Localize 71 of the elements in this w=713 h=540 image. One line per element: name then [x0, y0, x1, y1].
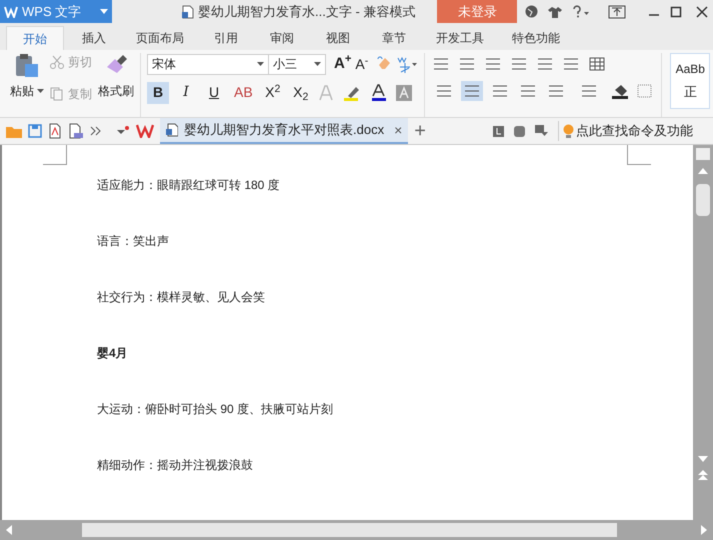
font-name-field[interactable]: 宋体 — [147, 54, 269, 75]
lightbulb-icon[interactable] — [563, 124, 574, 138]
align-icon[interactable] — [461, 81, 484, 101]
paragraph: 精细动作：摇动并注视拨浪鼓 — [97, 457, 254, 474]
command-search-link[interactable]: 点此查找命令及功能 — [576, 121, 693, 141]
paragraph: 适应能力：眼睛跟红球可转 180 度 — [97, 177, 281, 194]
collapse-icon[interactable] — [535, 125, 548, 137]
format-button[interactable]: B — [147, 82, 169, 104]
format-button[interactable]: X$_{2}$ — [290, 82, 312, 104]
dropdown-caret-icon[interactable] — [37, 89, 44, 93]
format-button[interactable]: X$^{2}$ — [262, 82, 284, 104]
format-button[interactable]: I — [175, 82, 197, 104]
word-document-icon[interactable] — [166, 123, 178, 137]
font-name-value: 宋体 — [152, 56, 176, 74]
clipboard-icon[interactable] — [14, 53, 40, 79]
font-size-value: 小三 — [273, 56, 297, 74]
dropdown-caret-icon[interactable] — [314, 62, 321, 66]
customize-icon[interactable] — [116, 126, 130, 136]
font-size-field[interactable]: 小三 — [268, 54, 326, 75]
table-icon[interactable] — [589, 57, 606, 71]
close-icon[interactable] — [696, 6, 708, 18]
style-sample: AaBb — [676, 61, 705, 78]
crop-mark — [43, 145, 67, 165]
wps-logo-icon — [4, 6, 18, 18]
shrink-font-button[interactable]: A$^{-}$ — [355, 54, 368, 75]
ribbon-tab[interactable]: 审阅 — [256, 26, 308, 50]
print-preview-icon[interactable] — [68, 123, 84, 139]
format-button[interactable]: AB — [231, 82, 256, 104]
ribbon-tab[interactable]: 开始 — [6, 26, 64, 50]
vertical-scrollbar[interactable] — [693, 145, 713, 520]
style-name: 正 — [684, 83, 697, 102]
scroll-thumb[interactable] — [82, 523, 617, 537]
style-gallery-item[interactable]: AaBb 正 — [670, 53, 710, 109]
maximize-icon[interactable] — [670, 6, 682, 18]
ribbon-tab[interactable]: 开发工具 — [424, 26, 496, 50]
paragraph: 大运动：俯卧时可抬头 90 度、扶腋可站片刻 — [97, 401, 334, 418]
ribbon-tab[interactable]: 特色功能 — [500, 26, 572, 50]
document-tab-title: 婴幼儿期智力发育水平对照表.docx — [184, 121, 384, 140]
ribbon-tab[interactable]: 章节 — [368, 26, 420, 50]
pinyin-icon[interactable] — [396, 55, 418, 74]
new-tab-button[interactable]: + — [414, 121, 426, 141]
close-tab-button[interactable]: × — [394, 120, 402, 140]
wps-logo-icon[interactable] — [136, 124, 154, 138]
ribbon-tab[interactable]: 引用 — [200, 26, 252, 50]
ribbon-tab[interactable]: 页面布局 — [124, 26, 196, 50]
paragraph: 语言：笑出声 — [97, 233, 170, 250]
char-shading-icon[interactable] — [396, 84, 412, 100]
save-icon[interactable] — [28, 124, 42, 138]
format-button[interactable]: U — [203, 82, 225, 104]
document-icon[interactable] — [182, 4, 194, 18]
shirt-icon[interactable] — [548, 6, 562, 18]
dropdown-caret-icon[interactable] — [257, 62, 264, 66]
paragraph: 社交行为：模样灵敏、见人会笑 — [97, 289, 266, 306]
grow-font-button[interactable]: A$^{+}$ — [334, 53, 352, 76]
window-restore-icon[interactable] — [608, 4, 626, 18]
help-icon[interactable] — [572, 5, 590, 18]
paste-button[interactable]: 粘贴 — [10, 82, 44, 100]
heading: 婴4月 — [97, 345, 129, 362]
pdf-export-icon[interactable] — [48, 123, 62, 139]
ribbon-tab[interactable]: 视图 — [312, 26, 364, 50]
app-menu-button[interactable]: WPS 文字 — [0, 0, 112, 23]
dropdown-caret-icon — [100, 9, 108, 14]
ribbon-tab[interactable]: 插入 — [68, 26, 120, 50]
more-icon[interactable] — [90, 126, 102, 136]
document-tab[interactable]: 婴幼儿期智力发育水平对照表.docx × — [160, 118, 408, 144]
format-painter-button[interactable]: 格式刷 — [98, 82, 134, 100]
crop-mark — [627, 145, 651, 165]
scroll-thumb[interactable] — [696, 184, 710, 216]
horizontal-scrollbar[interactable] — [0, 520, 713, 540]
borders-icon[interactable] — [637, 84, 654, 98]
window-title: 婴幼儿期智力发育水...文字 - 兼容模式 — [198, 2, 416, 21]
